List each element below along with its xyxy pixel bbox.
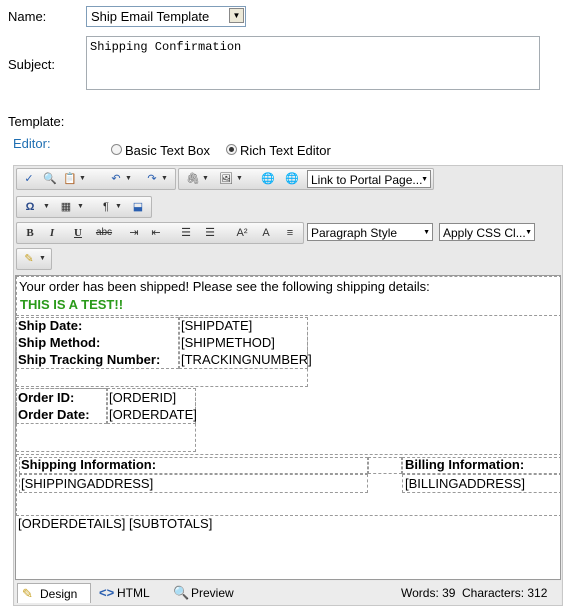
italic-button[interactable]: I — [43, 225, 61, 241]
toolbar-group-format: B I U abc ⇥ ⇤ ☰ ☰ A² A ≡ — [16, 222, 304, 244]
undo-icon[interactable]: ↶ — [107, 171, 125, 187]
name-select[interactable]: Ship Email Template ▼ — [86, 6, 246, 27]
radio-basic-label[interactable]: Basic Text Box — [125, 143, 210, 158]
hyperlink-dropdown-icon[interactable]: ▼ — [202, 171, 209, 187]
toolbar-group-insert: Ω ▼ ▦ ▼ ¶ ▼ ⬓ — [16, 196, 152, 218]
magnifier-icon: 🔍 — [173, 585, 190, 600]
ship-method-label: Ship Method: — [18, 335, 101, 350]
character-count: Characters: 312 — [462, 586, 548, 600]
subject-input[interactable]: Shipping Confirmation — [86, 36, 540, 90]
editor-mode-bar: ✎ Design <> HTML 🔍 Preview Words: 39 Cha… — [15, 581, 561, 605]
spacer-cell — [368, 457, 402, 474]
tab-html-label: HTML — [117, 586, 150, 600]
apply-css-class-select[interactable]: Apply CSS Cl... ▼ — [439, 223, 535, 241]
image-icon[interactable]: 🖼 — [217, 171, 235, 187]
radio-rich-label[interactable]: Rich Text Editor — [240, 143, 331, 158]
spellcheck-icon[interactable]: ✓ — [20, 171, 38, 187]
paragraph-mark-icon[interactable]: ¶ — [97, 199, 115, 215]
tab-html[interactable]: <> HTML — [95, 583, 155, 603]
order-date-value: [ORDERDATE] — [109, 407, 197, 422]
tab-design[interactable]: ✎ Design — [17, 583, 91, 603]
tracking-value: [TRACKINGNUMBER] — [181, 352, 312, 367]
chevron-down-icon[interactable]: ▼ — [229, 8, 244, 23]
format-stripper-icon[interactable]: A — [257, 225, 275, 241]
table-dropdown-icon[interactable]: ▼ — [77, 199, 84, 215]
underline-button[interactable]: U — [69, 225, 87, 241]
radio-basic-text-box[interactable] — [111, 144, 122, 155]
intro-text: Your order has been shipped! Please see … — [19, 279, 430, 294]
word-count: Words: 39 — [401, 586, 456, 600]
paste-icon[interactable]: 📋 — [61, 171, 79, 187]
chevron-down-icon: ▼ — [423, 229, 430, 236]
find-replace-icon[interactable]: 🔍 — [41, 171, 59, 187]
image-dropdown-icon[interactable]: ▼ — [236, 171, 243, 187]
paste-dropdown-icon[interactable]: ▼ — [79, 171, 86, 187]
tab-preview-label: Preview — [191, 586, 234, 600]
bold-button[interactable]: B — [21, 225, 39, 241]
globe-link-icon[interactable]: 🌐 — [259, 171, 277, 187]
tracking-label: Ship Tracking Number: — [18, 352, 161, 367]
redo-icon[interactable]: ↷ — [143, 171, 161, 187]
name-select-value: Ship Email Template — [91, 9, 210, 24]
billing-info-label: Billing Information: — [405, 457, 525, 472]
outdent-icon[interactable]: ⇤ — [147, 225, 165, 241]
special-character-dropdown-icon[interactable]: ▼ — [43, 199, 50, 215]
redo-dropdown-icon[interactable]: ▼ — [161, 171, 168, 187]
chevron-down-icon: ▼ — [525, 229, 532, 236]
tab-design-label: Design — [40, 587, 78, 601]
link-to-portal-page-select[interactable]: Link to Portal Page... ▼ — [307, 170, 431, 188]
subject-label: Subject: — [8, 57, 55, 72]
ordered-list-icon[interactable]: ☰ — [177, 225, 195, 241]
editor-content-area[interactable]: Your order has been shipped! Please see … — [15, 275, 561, 580]
paragraph-mark-dropdown-icon[interactable]: ▼ — [115, 199, 122, 215]
indent-icon[interactable]: ⇥ — [125, 225, 143, 241]
table-icon[interactable]: ▦ — [57, 199, 75, 215]
paragraph-style-select[interactable]: Paragraph Style ▼ — [307, 223, 433, 241]
unlink-icon[interactable]: 🌐 — [283, 171, 301, 187]
ship-date-label: Ship Date: — [18, 318, 83, 333]
radio-rich-text-editor[interactable] — [226, 144, 237, 155]
strikethrough-button[interactable]: abc — [93, 225, 115, 241]
template-label: Template: — [8, 114, 65, 129]
bulleted-list-icon[interactable]: ☰ — [201, 225, 219, 241]
shipping-address-value: [SHIPPINGADDRESS] — [21, 476, 154, 491]
name-label: Name: — [8, 9, 47, 24]
shipping-info-label: Shipping Information: — [21, 457, 157, 472]
toolbar-group-edit: ✓ 🔍 📋 ▼ ↶ ▼ ↷ ▼ — [16, 168, 176, 190]
apply-css-class-label: Apply CSS Cl... — [443, 226, 526, 240]
special-character-icon[interactable]: Ω — [21, 199, 39, 215]
order-id-label: Order ID: — [18, 390, 75, 405]
order-id-value: [ORDERID] — [109, 390, 177, 405]
tab-preview[interactable]: 🔍 Preview — [169, 583, 243, 603]
ship-method-value: [SHIPMETHOD] — [181, 335, 275, 350]
undo-dropdown-icon[interactable]: ▼ — [125, 171, 132, 187]
link-to-portal-page-label: Link to Portal Page... — [311, 173, 423, 187]
order-details-text: [ORDERDETAILS] [SUBTOTALS] — [18, 516, 213, 531]
paragraph-style-label: Paragraph Style — [311, 226, 398, 240]
chevron-down-icon: ▼ — [421, 176, 428, 183]
align-left-icon[interactable]: ≡ — [281, 225, 299, 241]
ship-date-value: [SHIPDATE] — [181, 318, 253, 333]
pencil-icon: ✎ — [22, 586, 33, 601]
hyperlink-icon[interactable]: 🖇 — [184, 171, 202, 187]
toolbar-group-misc: ✎ ▼ — [16, 248, 52, 270]
code-icon: <> — [99, 585, 115, 600]
format-painter-dropdown-icon[interactable]: ▼ — [39, 251, 46, 267]
order-date-label: Order Date: — [18, 407, 90, 422]
test-text: THIS IS A TEST!! — [20, 297, 124, 312]
editor-label: Editor: — [13, 136, 51, 151]
toolbar-group-links: 🖇 ▼ 🖼 ▼ 🌐 🌐 Link to Portal Page... ▼ — [178, 168, 434, 190]
superscript-icon[interactable]: A² — [233, 225, 251, 241]
format-painter-icon[interactable]: ✎ — [20, 251, 38, 267]
template-manager-icon[interactable]: ⬓ — [129, 199, 147, 215]
billing-address-value: [BILLINGADDRESS] — [405, 476, 525, 491]
